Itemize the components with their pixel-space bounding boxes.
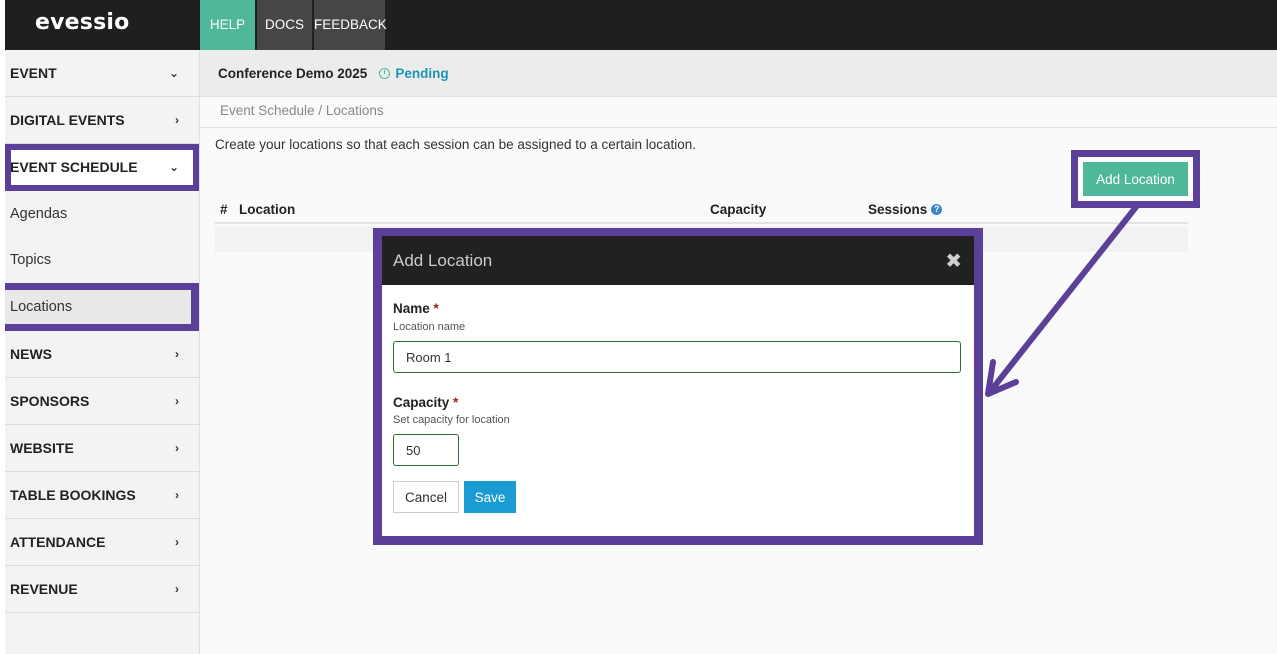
add-location-button[interactable]: Add Location [1083, 162, 1188, 196]
sidebar-item-label: ATTENDANCE [10, 534, 106, 550]
add-location-button-frame: Add Location [1078, 157, 1193, 201]
chevron-right-icon: › [175, 394, 179, 408]
add-location-modal: Add Location ✖ Name * Location name Room… [382, 236, 974, 536]
modal-header: Add Location ✖ [382, 236, 974, 285]
chevron-right-icon: › [175, 582, 179, 596]
top-nav: HELP DOCS FEEDBACK [200, 0, 387, 50]
help-icon[interactable]: ? [931, 204, 943, 215]
sidebar-item-table-bookings[interactable]: TABLE BOOKINGS › [5, 472, 199, 519]
table-header: # Location Capacity Sessions ? [215, 200, 1188, 224]
app-logo[interactable]: evessio [35, 10, 129, 35]
sidebar-item-event[interactable]: EVENT ⌄ [5, 50, 199, 97]
required-marker: * [453, 395, 459, 410]
sidebar-subitem-label: Agendas [10, 206, 68, 222]
name-help: Location name [393, 321, 466, 333]
sidebar: EVENT ⌄ DIGITAL EVENTS › EVENT SCHEDULE … [5, 50, 200, 654]
sidebar-item-label: REVENUE [10, 581, 78, 597]
chevron-down-icon: ⌄ [168, 160, 179, 174]
sidebar-subitem-locations-inner: Locations [5, 290, 191, 324]
chevron-right-icon: › [175, 347, 179, 361]
sidebar-item-website[interactable]: WEBSITE › [5, 425, 199, 472]
sidebar-item-digital-events[interactable]: DIGITAL EVENTS › [5, 97, 199, 144]
sidebar-item-attendance[interactable]: ATTENDANCE › [5, 519, 199, 566]
status-badge: Pending [379, 65, 449, 81]
column-header-capacity[interactable]: Capacity [710, 202, 766, 217]
modal-title: Add Location [393, 250, 493, 270]
chevron-down-icon: ⌄ [168, 66, 179, 80]
divider [200, 127, 1277, 128]
feedback-button[interactable]: FEEDBACK [314, 0, 387, 50]
chevron-right-icon: › [175, 113, 179, 127]
clock-icon [379, 67, 391, 79]
sidebar-item-label: DIGITAL EVENTS [10, 112, 125, 128]
sidebar-item-label: SPONSORS [10, 393, 90, 409]
capacity-label: Capacity * [393, 395, 458, 410]
sidebar-item-label: TABLE BOOKINGS [10, 487, 136, 503]
event-header: Conference Demo 2025 Pending [200, 50, 1277, 97]
sidebar-item-label: WEBSITE [10, 440, 74, 456]
save-button[interactable]: Save [464, 481, 516, 513]
sidebar-item-label: EVENT [10, 65, 57, 81]
name-label-text: Name [393, 301, 430, 316]
sidebar-subitem-agendas[interactable]: Agendas [5, 191, 199, 237]
sidebar-item-revenue[interactable]: REVENUE › [5, 566, 199, 613]
sidebar-item-event-schedule[interactable]: EVENT SCHEDULE ⌄ [5, 144, 199, 191]
page-description: Create your locations so that each sessi… [215, 137, 697, 152]
breadcrumb: Event Schedule / Locations [220, 103, 384, 118]
docs-button[interactable]: DOCS [257, 0, 312, 50]
sidebar-item-label: EVENT SCHEDULE [10, 159, 138, 175]
required-marker: * [433, 301, 439, 316]
close-icon[interactable]: ✖ [945, 248, 962, 273]
help-button[interactable]: HELP [200, 0, 255, 50]
capacity-label-text: Capacity [393, 395, 450, 410]
column-header-sessions-label: Sessions [868, 202, 928, 217]
cancel-button[interactable]: Cancel [393, 481, 459, 513]
column-header-number: # [220, 202, 228, 217]
status-text: Pending [395, 65, 449, 81]
column-header-location[interactable]: Location [239, 202, 295, 217]
name-field[interactable]: Room 1 [393, 341, 961, 373]
chevron-right-icon: › [175, 535, 179, 549]
chevron-right-icon: › [175, 488, 179, 502]
column-header-sessions[interactable]: Sessions ? [868, 202, 943, 217]
top-bar: evessio HELP DOCS FEEDBACK [5, 0, 1277, 50]
chevron-right-icon: › [175, 441, 179, 455]
sidebar-subitem-label: Locations [10, 299, 73, 315]
event-title: Conference Demo 2025 [218, 65, 368, 81]
sidebar-item-sponsors[interactable]: SPONSORS › [5, 378, 199, 425]
modal-highlight: Add Location ✖ Name * Location name Room… [373, 228, 983, 545]
sidebar-subitem-topics[interactable]: Topics [5, 237, 199, 283]
sidebar-item-label: NEWS [10, 346, 52, 362]
name-label: Name * [393, 301, 439, 316]
capacity-field[interactable]: 50 [393, 434, 459, 466]
sidebar-subitem-label: Topics [10, 252, 52, 268]
capacity-help: Set capacity for location [393, 414, 510, 426]
sidebar-item-news[interactable]: NEWS › [5, 331, 199, 378]
sidebar-subitem-locations[interactable]: Locations [5, 283, 199, 331]
